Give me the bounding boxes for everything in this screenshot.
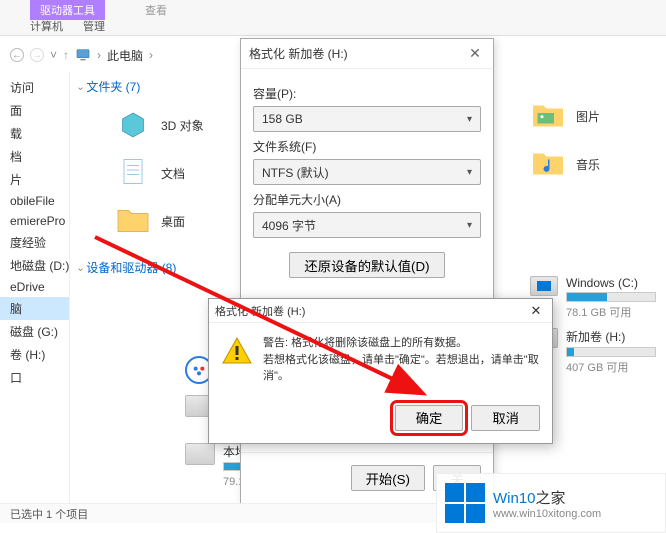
ok-button[interactable]: 确定 <box>395 405 464 431</box>
sidebar-item[interactable]: 磁盘 (G:) <box>0 320 69 343</box>
capacity-combo[interactable]: 158 GB▾ <box>253 106 481 132</box>
confirm-line2: 若想格式化该磁盘，请单击"确定"。若想退出，请单击"取消"。 <box>263 352 540 385</box>
ribbon-sub-computer[interactable]: 计算机 <box>30 18 63 34</box>
folder-label: 图片 <box>576 108 600 125</box>
drive-name: Windows (C:) <box>566 276 656 290</box>
sidebar-item[interactable]: 口 <box>0 366 69 389</box>
sidebar-item[interactable]: 档 <box>0 145 69 168</box>
drive-sub: 78.1 GB 可用 <box>566 304 656 320</box>
watermark: Win10之家 www.win10xitong.com <box>436 473 666 533</box>
cancel-button[interactable]: 取消 <box>471 405 540 431</box>
sidebar: 访问面载档片obileFileemierePro度经验地磁盘 (D:)eDriv… <box>0 72 70 503</box>
sidebar-item[interactable]: obileFile <box>0 191 69 211</box>
folder-label: 音乐 <box>576 156 600 173</box>
confirm-line1: 警告: 格式化将删除该磁盘上的所有数据。 <box>263 335 540 352</box>
windows-logo-icon <box>445 483 485 523</box>
sidebar-item[interactable]: 地磁盘 (D:) <box>0 254 69 277</box>
pc-icon <box>75 47 91 63</box>
confirm-dialog: 格式化 新加卷 (H:) ✕ 警告: 格式化将删除该磁盘上的所有数据。 若想格式… <box>208 298 553 444</box>
folder-icon <box>530 98 566 134</box>
breadcrumb-this-pc[interactable]: 此电脑 <box>107 47 143 64</box>
sidebar-item[interactable]: 卷 (H:) <box>0 343 69 366</box>
chevron-right-icon[interactable]: › <box>149 48 153 62</box>
folder-item[interactable]: 图片 <box>526 92 666 140</box>
ribbon: 驱动器工具 查看 计算机 管理 <box>0 0 666 36</box>
capacity-label: 容量(P): <box>253 85 481 102</box>
folder-label: 3D 对象 <box>161 117 204 134</box>
drive-icon <box>185 443 215 465</box>
folder-icon <box>115 107 151 143</box>
close-icon[interactable]: ✕ <box>526 303 546 319</box>
ribbon-tab-drive-tools[interactable]: 驱动器工具 <box>30 0 105 20</box>
nav-fwd-button[interactable]: → <box>30 48 44 62</box>
allocation-combo[interactable]: 4096 字节▾ <box>253 212 481 238</box>
sidebar-item[interactable]: emierePro <box>0 211 69 231</box>
filesystem-combo[interactable]: NTFS (默认)▾ <box>253 159 481 185</box>
confirm-title: 格式化 新加卷 (H:) <box>215 303 305 319</box>
chevron-down-icon[interactable]: ˅ <box>50 48 57 62</box>
allocation-label: 分配单元大小(A) <box>253 191 481 208</box>
chevron-right-icon: › <box>97 48 101 62</box>
close-icon[interactable]: ✕ <box>465 45 485 62</box>
folder-item[interactable]: 音乐 <box>526 140 666 188</box>
start-button[interactable]: 开始(S) <box>351 465 425 491</box>
nav-back-button[interactable]: ← <box>10 48 24 62</box>
sidebar-item[interactable]: eDrive <box>0 277 69 297</box>
restore-defaults-button[interactable]: 还原设备的默认值(D) <box>289 252 444 278</box>
sidebar-item[interactable]: 面 <box>0 99 69 122</box>
sidebar-item[interactable]: 载 <box>0 122 69 145</box>
warning-icon <box>221 335 253 367</box>
folder-icon <box>530 146 566 182</box>
folder-icon <box>115 155 151 191</box>
sidebar-item[interactable]: 片 <box>0 168 69 191</box>
format-dialog-title: 格式化 新加卷 (H:) <box>249 45 348 62</box>
ribbon-sub-manage[interactable]: 管理 <box>83 18 105 34</box>
filesystem-label: 文件系统(F) <box>253 138 481 155</box>
drive-sub: 407 GB 可用 <box>566 359 656 375</box>
sidebar-item[interactable]: 脑 <box>0 297 69 320</box>
sidebar-item[interactable]: 访问 <box>0 76 69 99</box>
folder-label: 文档 <box>161 165 185 182</box>
drive-icon <box>530 276 558 296</box>
drive-name: 新加卷 (H:) <box>566 328 656 345</box>
ribbon-tab-view[interactable]: 查看 <box>135 0 177 20</box>
sidebar-item[interactable]: 度经验 <box>0 231 69 254</box>
folder-label: 桌面 <box>161 213 185 230</box>
folder-icon <box>115 203 151 239</box>
